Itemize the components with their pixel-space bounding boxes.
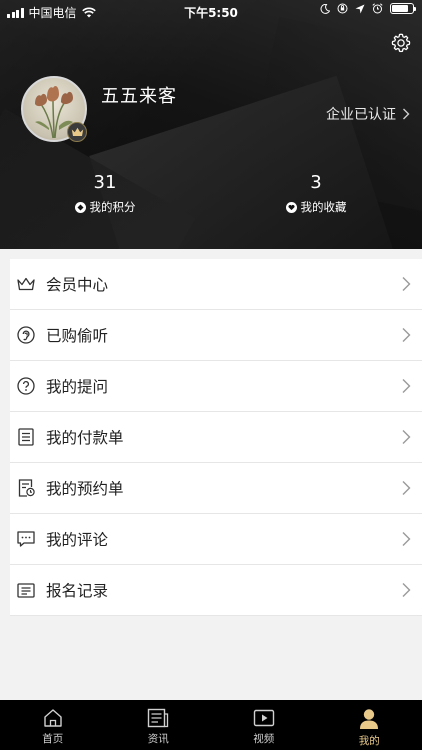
chevron-right-icon xyxy=(402,328,411,342)
menu-item-my-comments[interactable]: 我的评论 xyxy=(10,514,422,565)
enterprise-verified-link[interactable]: 企业已认证 xyxy=(326,104,410,124)
menu-label: 我的评论 xyxy=(46,531,109,549)
menu-item-my-payments[interactable]: 我的付款单 xyxy=(10,412,422,463)
points-stat[interactable]: 31 我的积分 xyxy=(45,172,165,215)
moon-icon xyxy=(320,3,330,14)
favorites-stat[interactable]: 3 我的收藏 xyxy=(256,172,376,215)
menu-label: 已购偷听 xyxy=(46,327,109,345)
alarm-icon xyxy=(372,3,383,14)
battery-icon xyxy=(390,3,416,14)
appointment-icon xyxy=(17,479,35,497)
chevron-right-icon xyxy=(402,583,411,597)
points-value: 31 xyxy=(93,172,117,193)
points-label: 我的积分 xyxy=(89,200,136,214)
comment-icon xyxy=(17,530,35,548)
user-icon xyxy=(360,709,379,729)
tab-video[interactable]: 视频 xyxy=(211,700,317,750)
tab-label: 我的 xyxy=(358,735,380,747)
heart-icon xyxy=(285,201,297,213)
home-icon xyxy=(44,709,62,727)
video-icon xyxy=(253,709,274,727)
menu-label: 我的付款单 xyxy=(46,429,124,447)
crown-icon xyxy=(71,127,83,136)
tab-label: 首页 xyxy=(42,733,64,745)
chevron-right-icon xyxy=(402,379,411,393)
news-icon xyxy=(148,708,169,728)
menu-label: 报名记录 xyxy=(46,582,109,600)
tab-label: 视频 xyxy=(253,733,275,745)
ear-icon xyxy=(17,326,35,344)
menu-item-purchased-listens[interactable]: 已购偷听 xyxy=(10,310,422,361)
chevron-right-icon xyxy=(402,430,411,444)
vip-crown-badge xyxy=(67,122,87,142)
tab-home[interactable]: 首页 xyxy=(0,700,106,750)
menu-label: 会员中心 xyxy=(46,276,109,294)
chevron-right-icon xyxy=(403,108,410,120)
menu-item-vip-center[interactable]: 会员中心 xyxy=(10,259,422,310)
document-icon xyxy=(17,428,35,446)
menu-item-my-questions[interactable]: 我的提问 xyxy=(10,361,422,412)
orientation-lock-icon xyxy=(337,3,348,14)
menu-list: 会员中心 已购偷听 我的提问 我的付款单 我的预约单 我的评论 报名记录 xyxy=(10,259,422,616)
points-icon xyxy=(74,201,86,213)
tab-label: 资讯 xyxy=(147,733,169,745)
username: 五五来客 xyxy=(101,86,177,107)
location-icon xyxy=(355,4,365,13)
status-bar: 中国电信 下午5:50 xyxy=(0,0,422,22)
menu-item-my-appointments[interactable]: 我的预约单 xyxy=(10,463,422,514)
chevron-right-icon xyxy=(402,277,411,291)
menu-item-registration-records[interactable]: 报名记录 xyxy=(10,565,422,616)
menu-label: 我的提问 xyxy=(46,378,109,396)
favorites-label: 我的收藏 xyxy=(300,200,347,214)
tab-mine[interactable]: 我的 xyxy=(317,700,422,750)
menu-label: 我的预约单 xyxy=(46,480,124,498)
bottom-tab-bar: 首页 资讯 视频 我的 xyxy=(0,700,422,750)
settings-gear-icon[interactable] xyxy=(390,32,412,54)
profile-header: 中国电信 下午5:50 五五来客 企业已认证 31 我的积分 3 我的收藏 xyxy=(0,0,422,249)
tab-news[interactable]: 资讯 xyxy=(106,700,212,750)
chevron-right-icon xyxy=(402,481,411,495)
chevron-right-icon xyxy=(402,532,411,546)
favorites-value: 3 xyxy=(310,172,322,193)
question-icon xyxy=(17,377,35,395)
crown-icon xyxy=(17,275,35,293)
verified-label: 企业已认证 xyxy=(326,107,396,123)
register-icon xyxy=(17,581,35,599)
